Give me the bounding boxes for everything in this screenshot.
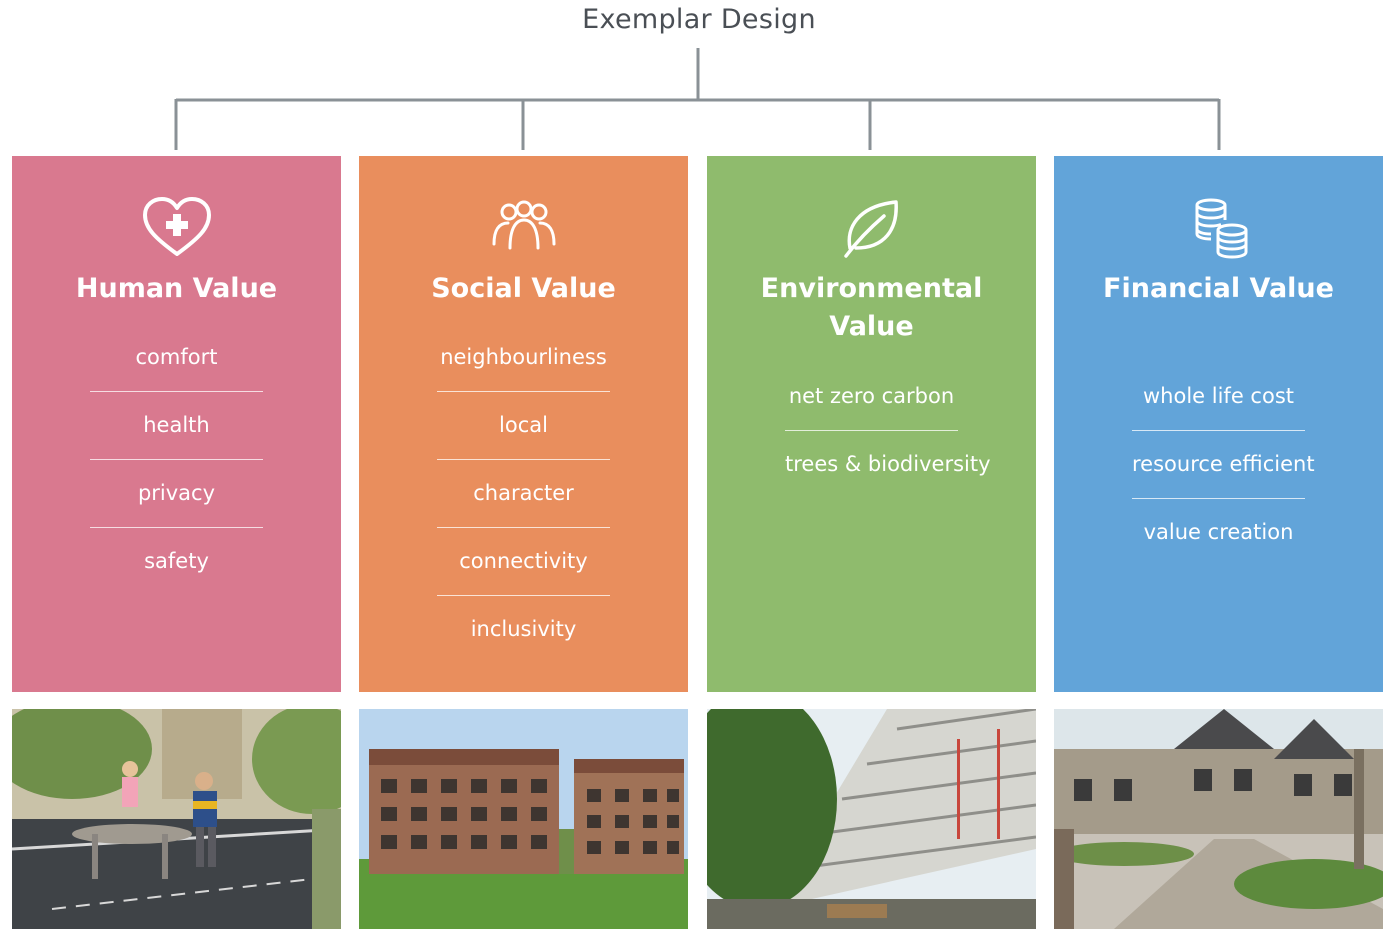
list-item: whole life cost xyxy=(1143,384,1294,408)
list-item: comfort xyxy=(135,345,218,369)
mews-housing-photo xyxy=(1054,709,1383,929)
financial-value-heading: Financial Value xyxy=(1103,273,1334,304)
environmental-value-heading: Environmental Value xyxy=(760,273,983,342)
list-item: trees & biodiversity xyxy=(785,430,991,498)
balcony-facade-photo xyxy=(707,709,1036,929)
social-value-heading: Social Value xyxy=(431,273,616,304)
coins-icon xyxy=(1195,198,1247,259)
hierarchy-connectors xyxy=(174,48,1221,150)
people-icon xyxy=(492,200,555,250)
list-item: character xyxy=(437,459,610,527)
list-item: local xyxy=(437,391,610,459)
financial-value-list: whole life cost resource efficient value… xyxy=(1132,363,1315,566)
list-item: privacy xyxy=(90,459,263,527)
list-item: resource efficient xyxy=(1132,430,1315,498)
list-item: neighbourliness xyxy=(440,345,607,369)
list-item: value creation xyxy=(1132,498,1305,566)
apartment-blocks-photo xyxy=(359,709,688,929)
human-value-card: Human Value comfort health privacy safet… xyxy=(12,156,341,692)
list-item: health xyxy=(90,391,263,459)
environmental-value-list: net zero carbon trees & biodiversity xyxy=(785,363,991,498)
list-item: inclusivity xyxy=(437,595,610,663)
list-item: connectivity xyxy=(437,527,610,595)
environmental-value-card: Environmental Value net zero carbon tree… xyxy=(707,156,1036,692)
street-play-photo xyxy=(12,709,341,929)
financial-value-card: Financial Value whole life cost resource… xyxy=(1054,156,1383,692)
list-item: safety xyxy=(90,527,263,595)
social-value-list: neighbourliness local character connecti… xyxy=(437,324,610,663)
leaf-icon xyxy=(843,200,898,258)
human-value-list: comfort health privacy safety xyxy=(90,324,263,595)
heart-plus-icon xyxy=(142,197,211,256)
list-item: net zero carbon xyxy=(788,384,955,408)
social-value-card: Social Value neighbourliness local chara… xyxy=(359,156,688,692)
human-value-heading: Human Value xyxy=(75,273,278,304)
